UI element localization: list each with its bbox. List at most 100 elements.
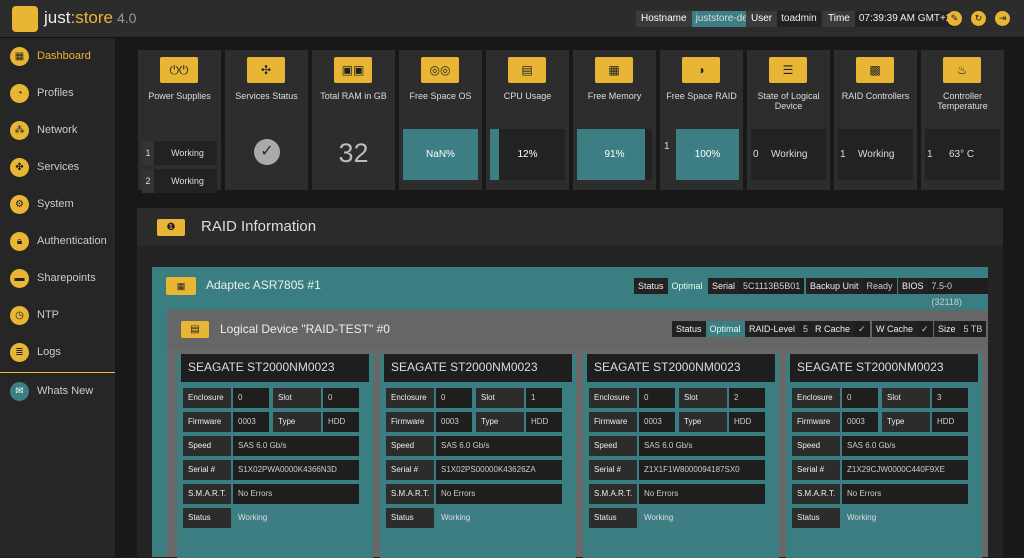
- controller-status: Status Optimal: [634, 278, 707, 294]
- disk-name: SEAGATE ST2000NM0023: [594, 360, 741, 374]
- controller-name: Adaptec ASR7805 #1: [206, 278, 321, 292]
- user-field: User toadmin: [746, 11, 821, 27]
- card-controller-temperature: ♨ Controller Temperature 1 63° C: [921, 50, 1004, 190]
- disk-field-status: Status Working: [589, 508, 767, 528]
- disk-field-firmware: Firmware 0003: [792, 412, 880, 432]
- disk-icon: ◎◎: [421, 57, 459, 83]
- sidebar-item-logs[interactable]: ≣ Logs: [0, 334, 115, 371]
- disk-field-status: Status Working: [183, 508, 361, 528]
- sidebar-item-sharepoints[interactable]: ▬ Sharepoints: [0, 260, 115, 297]
- services-icon: ✤: [10, 158, 29, 177]
- raid-count: 1: [664, 141, 670, 152]
- controller-card-icon: ▦: [166, 277, 196, 295]
- disk-field-serial: Serial # Z1X29CJW0000C440F9XE: [792, 460, 970, 480]
- folder-icon: ▬: [10, 269, 29, 288]
- sidebar-item-ntp[interactable]: ◷ NTP: [0, 297, 115, 334]
- card-title: Power Supplies: [148, 91, 211, 101]
- settings-icon[interactable]: ✎: [947, 11, 962, 26]
- disk-panel: SEAGATE ST2000NM0023 Enclosure 0 Slot 1 Fi…: [380, 354, 576, 558]
- card-total-ram: ▣▣ Total RAM in GB 32: [312, 50, 395, 190]
- card-title: Free Memory: [587, 91, 642, 101]
- check-icon: ✓: [254, 139, 280, 165]
- logical-device-name: Logical Device "RAID-TEST" #0: [220, 322, 390, 336]
- logical-device-icon: ▤: [181, 321, 209, 338]
- brand: just:store 4.0: [44, 8, 137, 27]
- time-field: Time 07:39:39 AM GMT+2: [823, 11, 956, 27]
- disk-field-firmware: Firmware 0003: [183, 412, 271, 432]
- card-free-memory: ▦ Free Memory 91%: [573, 50, 656, 190]
- disk-field-enclosure: Enclosure 0: [792, 388, 880, 408]
- raid-level: RAID-Level 5: [745, 321, 813, 337]
- raid-information-section: ❶ RAID Information ▦ Adaptec ASR7805 #1 …: [137, 208, 1003, 558]
- disk-field-firmware: Firmware 0003: [589, 412, 677, 432]
- card-title: Free Space OS: [409, 91, 472, 101]
- disk-field-slot: Slot 3: [882, 388, 970, 408]
- sidebar-item-services[interactable]: ✤ Services: [0, 149, 115, 186]
- controller-bar[interactable]: ▦ Adaptec ASR7805 #1 Status Optimal Seria…: [152, 267, 988, 307]
- top-bar: just:store 4.0 Hostname juststore-dev User…: [0, 0, 1024, 38]
- disk-panel: SEAGATE ST2000NM0023 Enclosure 0 Slot 2 Fi…: [583, 354, 779, 558]
- memory-icon: ▦: [595, 57, 633, 83]
- sidebar-item-dashboard[interactable]: ▦ Dashboard: [0, 38, 115, 75]
- card-title: RAID Controllers: [841, 91, 910, 101]
- card-title: CPU Usage: [503, 91, 552, 101]
- profiles-icon: ◔: [10, 84, 29, 103]
- raid-disk-icon: ◑: [682, 57, 720, 83]
- disk-field-smart: S.M.A.R.T. No Errors: [183, 484, 361, 504]
- card-title: Controller Temperature: [937, 91, 988, 111]
- disk-details: Enclosure 0 Slot 3 Firmware 0003 Type HDD Sp…: [790, 382, 978, 558]
- controller-icon: ▩: [856, 57, 894, 83]
- list-icon: ☰: [769, 57, 807, 83]
- card-title: State of Logical Device: [757, 91, 820, 111]
- disk-field-enclosure: Enclosure 0: [183, 388, 271, 408]
- raid-header: ❶ RAID Information: [137, 208, 1003, 246]
- temperature-state: 1 63° C: [925, 129, 1000, 180]
- card-title: Services Status: [235, 91, 298, 101]
- cpu-icon: ▤: [508, 57, 546, 83]
- disk-field-status: Status Working: [792, 508, 970, 528]
- network-icon: ⁂: [10, 121, 29, 140]
- disk-panel: SEAGATE ST2000NM0023 Enclosure 0 Slot 3 Fi…: [786, 354, 982, 558]
- refresh-icon[interactable]: ↻: [971, 11, 986, 26]
- controller-backup-unit: Backup Unit Ready: [806, 278, 897, 294]
- disk-field-smart: S.M.A.R.T. No Errors: [792, 484, 970, 504]
- disk-field-enclosure: Enclosure 0: [386, 388, 474, 408]
- card-free-space-os: ◎◎ Free Space OS NaN%: [399, 50, 482, 190]
- read-cache: R Cache ✓: [811, 321, 870, 337]
- disk-name: SEAGATE ST2000NM0023: [391, 360, 538, 374]
- disk-field-serial: Serial # S1X02PS00000K43626ZA: [386, 460, 564, 480]
- power-row-1: 1 Working: [142, 141, 217, 165]
- system-icon: ⚙: [10, 195, 29, 214]
- power-plug-icon: ⏻⏻: [160, 57, 198, 83]
- hostname-field: Hostname juststore-dev: [636, 11, 757, 27]
- sidebar-item-network[interactable]: ⁂ Network: [0, 112, 115, 149]
- card-free-space-raid: ◑ Free Space RAID 1 100%: [660, 50, 743, 190]
- lock-icon: 🔒︎: [10, 232, 29, 251]
- sidebar-item-profiles[interactable]: ◔ Profiles: [0, 75, 115, 112]
- controllers-state: 1 Working: [838, 129, 913, 180]
- raid-info-icon: ❶: [157, 219, 185, 236]
- disk-details: Enclosure 0 Slot 0 Firmware 0003 Type HDD Sp…: [181, 382, 369, 558]
- logout-icon[interactable]: ⇥: [995, 11, 1010, 26]
- disk-field-speed: Speed SAS 6.0 Gb/s: [792, 436, 970, 456]
- card-logical-device-state: ☰ State of Logical Device 0 Working: [747, 50, 830, 190]
- logical-device-bar[interactable]: ▤ Logical Device "RAID-TEST" #0 Status Op…: [167, 310, 988, 348]
- power-row-2: 2 Working: [142, 169, 217, 193]
- disk-field-type: Type HDD: [679, 412, 767, 432]
- disk-field-type: Type HDD: [882, 412, 970, 432]
- sidebar-item-whats-new[interactable]: ✉ Whats New: [0, 373, 115, 410]
- sidebar-item-system[interactable]: ⚙ System: [0, 186, 115, 223]
- logo-icon: [12, 6, 38, 32]
- ram-icon: ▣▣: [334, 57, 372, 83]
- disk-field-type: Type HDD: [273, 412, 361, 432]
- disk-field-smart: S.M.A.R.T. No Errors: [589, 484, 767, 504]
- disk-field-slot: Slot 2: [679, 388, 767, 408]
- disk-field-enclosure: Enclosure 0: [589, 388, 677, 408]
- disk-field-speed: Speed SAS 6.0 Gb/s: [183, 436, 361, 456]
- raid-space-bar: 100%: [676, 129, 739, 180]
- sidebar-item-authentication[interactable]: 🔒︎ Authentication: [0, 223, 115, 260]
- chat-icon: ✉: [10, 382, 29, 401]
- disk-field-slot: Slot 1: [476, 388, 564, 408]
- disk-field-firmware: Firmware 0003: [386, 412, 474, 432]
- logical-device-panel: ▤ Logical Device "RAID-TEST" #0 Status Op…: [167, 310, 988, 558]
